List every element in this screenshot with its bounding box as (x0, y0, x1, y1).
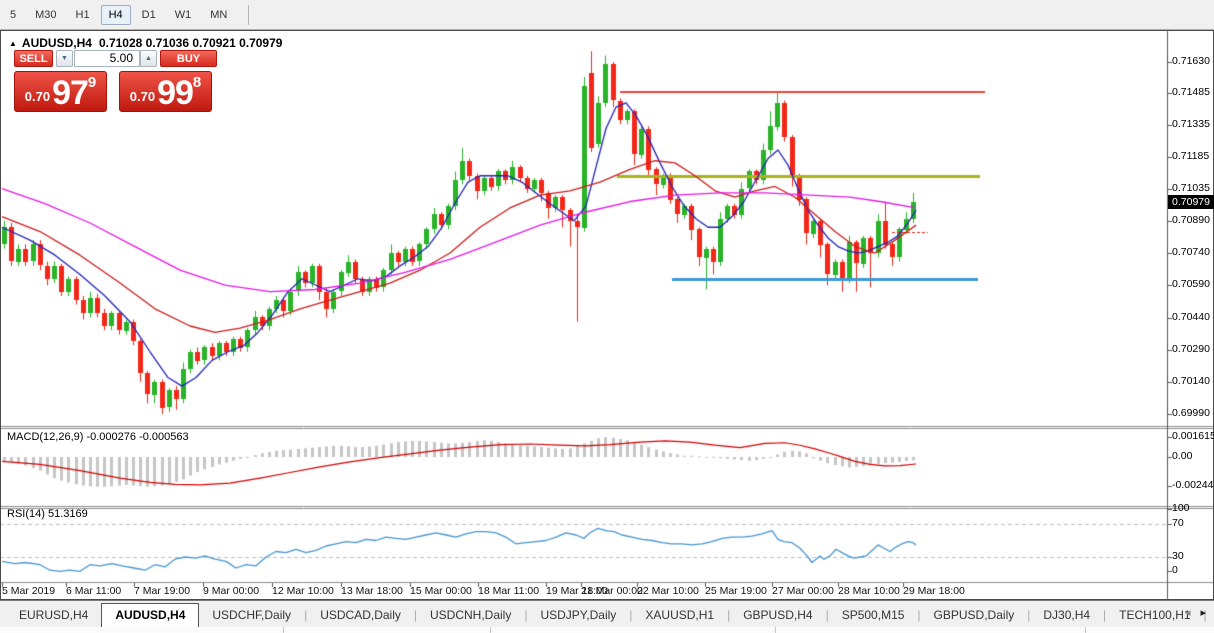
date-tick-label: 21 Mar 00:00 (581, 585, 643, 597)
price-tick-label: 0.71035 (1172, 182, 1214, 194)
symbol-title: AUDUSD,H4 (22, 36, 92, 50)
tab-scroll-left-icon[interactable]: ◂ (1180, 607, 1196, 619)
bottom-strip (0, 627, 1214, 633)
date-tick-label: 13 Mar 18:00 (341, 585, 403, 597)
date-tick-label: 6 Mar 11:00 (66, 585, 121, 597)
price-tick-label: 0.70590 (1172, 278, 1214, 290)
rsi-tick-label: 30 (1172, 550, 1214, 562)
macd-tick-label: 0.00 (1172, 450, 1214, 462)
sell-price-big: 97 (52, 78, 88, 108)
date-tick-label: 25 Mar 19:00 (705, 585, 767, 597)
timeframe-h4[interactable]: H4 (101, 5, 131, 25)
rsi-tick-label: 0 (1172, 564, 1214, 576)
tab-gbpusd-daily[interactable]: GBPUSD,Daily (921, 604, 1028, 627)
rsi-tick-label: 100 (1172, 502, 1214, 514)
tab-usdchf-daily[interactable]: USDCHF,Daily (199, 604, 304, 627)
timeframe-m30[interactable]: M30 (27, 5, 64, 25)
price-tick-label: 0.69990 (1172, 407, 1214, 419)
date-tick-label: 28 Mar 10:00 (838, 585, 900, 597)
macd-label: MACD(12,26,9) -0.000276 -0.000563 (7, 431, 189, 443)
sell-button[interactable]: SELL (14, 50, 53, 67)
date-tick-label: 27 Mar 00:00 (772, 585, 834, 597)
volume-increase-button[interactable]: ▲ (140, 50, 157, 67)
price-tick-label: 0.71485 (1172, 86, 1214, 98)
rsi-label: RSI(14) 51.3169 (7, 508, 88, 520)
price-tick-label: 0.70890 (1172, 214, 1214, 226)
current-price-tag: 0.70979 (1168, 195, 1214, 209)
volume-decrease-button[interactable]: ▼ (56, 50, 73, 67)
volume-input[interactable]: 5.00 (74, 50, 140, 67)
tab-usdcad-daily[interactable]: USDCAD,Daily (307, 604, 414, 627)
price-tick-label: 0.70140 (1172, 375, 1214, 387)
date-tick-label: 29 Mar 18:00 (903, 585, 965, 597)
tab-sp500-m15[interactable]: SP500,M15 (829, 604, 918, 627)
window-icon: ▲ (9, 39, 17, 48)
buy-price-prefix: 0.70 (130, 89, 155, 104)
date-tick-label: 7 Mar 19:00 (134, 585, 190, 597)
buy-price-button[interactable]: 0.70998 (119, 71, 212, 112)
date-tick-label: 12 Mar 10:00 (272, 585, 334, 597)
tab-usdjpy-daily[interactable]: USDJPY,Daily (527, 604, 629, 627)
chart-tabs: EURUSD,H4AUDUSD,H4USDCHF,Daily|USDCAD,Da… (0, 600, 1214, 627)
sell-price-button[interactable]: 0.70979 (14, 71, 107, 112)
tab-usdcnh-daily[interactable]: USDCNH,Daily (417, 604, 524, 627)
tab-dj30-h4[interactable]: DJ30,H4 (1030, 604, 1103, 627)
timeframe-d1[interactable]: D1 (134, 5, 164, 25)
toolbar-separator (248, 5, 249, 25)
timeframe-5[interactable]: 5 (2, 5, 24, 25)
rsi-tick-label: 70 (1172, 517, 1214, 529)
price-tick-label: 0.70290 (1172, 343, 1214, 355)
trading-terminal: { "toolbar": { "items": ["5","M30","H1",… (0, 0, 1214, 633)
price-tick-label: 0.71335 (1172, 118, 1214, 130)
tab-gbpusd-h4[interactable]: GBPUSD,H4 (730, 604, 825, 627)
tab-scroll-arrows: ◂▸ (1180, 606, 1211, 619)
ohlc-values: 0.71028 0.71036 0.70921 0.70979 (99, 36, 283, 50)
tab-xauusd-h1[interactable]: XAUUSD,H1 (632, 604, 727, 627)
macd-tick-label: 0.001615 (1172, 430, 1214, 442)
tab-eurusd-h4[interactable]: EURUSD,H4 (6, 604, 101, 627)
date-tick-label: 22 Mar 10:00 (637, 585, 699, 597)
date-tick-label: 5 Mar 2019 (2, 585, 55, 597)
chart-title-row: ▲ AUDUSD,H4 0.71028 0.71036 0.70921 0.7097… (9, 36, 282, 50)
date-tick-label: 18 Mar 11:00 (478, 585, 539, 597)
price-tick-label: 0.70740 (1172, 246, 1214, 258)
buy-price-sup: 8 (193, 74, 201, 91)
buy-price-big: 99 (157, 78, 193, 108)
timeframe-mn[interactable]: MN (202, 5, 235, 25)
tab-scroll-right-icon[interactable]: ▸ (1195, 607, 1211, 619)
timeframe-toolbar: 5M30H1H4D1W1MN (0, 0, 1214, 30)
macd-tick-label: -0.002443 (1172, 479, 1214, 491)
sell-price-sup: 9 (88, 74, 96, 91)
timeframe-h1[interactable]: H1 (68, 5, 98, 25)
price-tick-label: 0.70440 (1172, 311, 1214, 323)
sell-price-prefix: 0.70 (25, 89, 50, 104)
date-tick-label: 9 Mar 00:00 (203, 585, 259, 597)
price-tick-label: 0.71185 (1172, 150, 1214, 162)
timeframe-w1[interactable]: W1 (167, 5, 200, 25)
tab-audusd-h4[interactable]: AUDUSD,H4 (101, 603, 199, 628)
buy-button[interactable]: BUY (160, 50, 217, 67)
date-tick-label: 15 Mar 00:00 (410, 585, 472, 597)
price-tick-label: 0.71630 (1172, 55, 1214, 67)
